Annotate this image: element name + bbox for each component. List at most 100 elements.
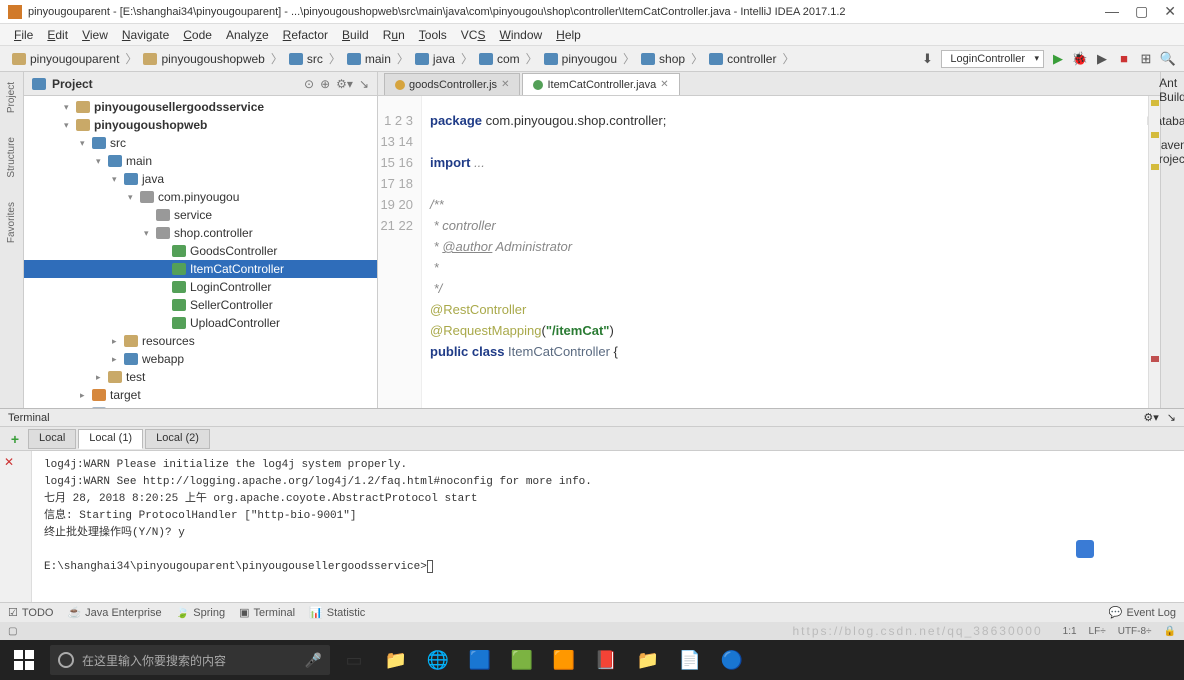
menu-file[interactable]: File (8, 26, 39, 44)
pdf-icon[interactable]: 📄 (672, 644, 708, 676)
structure-icon[interactable]: ⊞ (1138, 51, 1154, 67)
start-button[interactable] (4, 644, 44, 676)
tree-node[interactable]: ▾pinyougousellergoodsservice (24, 98, 377, 116)
app-icon-4[interactable]: 🔵 (714, 644, 750, 676)
caret-position[interactable]: 1:1 (1063, 626, 1077, 637)
minimize-icon[interactable]: — (1105, 3, 1119, 20)
crumb-4[interactable]: java (411, 52, 459, 66)
tool-java-enterprise[interactable]: ☕ Java Enterprise (67, 606, 161, 619)
add-terminal-button[interactable]: + (6, 431, 24, 447)
tree-node[interactable]: ▸target (24, 386, 377, 404)
menu-view[interactable]: View (76, 26, 114, 44)
crumb-3[interactable]: main (343, 52, 395, 66)
marker-warn[interactable] (1151, 164, 1159, 170)
editor-tab[interactable]: ItemCatController.java✕ (522, 73, 679, 95)
coverage-icon[interactable]: ▶ (1094, 51, 1110, 67)
crumb-5[interactable]: com (475, 52, 524, 66)
gear-icon[interactable]: ⚙▾ (336, 77, 353, 91)
mic-icon[interactable]: 🎤 (305, 652, 322, 669)
tree-node[interactable]: UploadController (24, 314, 377, 332)
status-square-icon[interactable]: ▢ (8, 626, 17, 637)
taskbar-search[interactable]: 在这里输入你要搜索的内容 🎤 (50, 645, 330, 675)
editor-tab[interactable]: goodsController.js✕ (384, 73, 520, 95)
crumb-7[interactable]: shop (637, 52, 689, 66)
menu-edit[interactable]: Edit (41, 26, 74, 44)
terminal-tab[interactable]: Local (2) (145, 429, 210, 449)
tool-statistic[interactable]: 📊 Statistic (309, 606, 365, 619)
menu-help[interactable]: Help (550, 26, 587, 44)
explorer-icon[interactable]: 📁 (378, 644, 414, 676)
marker-warn[interactable] (1151, 132, 1159, 138)
close-icon[interactable]: ✕ (1164, 3, 1176, 20)
line-ending[interactable]: LF÷ (1089, 626, 1106, 637)
menu-tools[interactable]: Tools (413, 26, 453, 44)
tree-node[interactable]: service (24, 206, 377, 224)
menu-run[interactable]: Run (377, 26, 411, 44)
encoding[interactable]: UTF-8÷ (1118, 626, 1152, 637)
app-icon-2[interactable]: 📕 (588, 644, 624, 676)
run-config-dropdown[interactable]: LoginController (941, 50, 1044, 68)
terminal-output[interactable]: log4j:WARN Please initialize the log4j s… (32, 451, 1184, 602)
tool-todo[interactable]: ☑ TODO (8, 606, 53, 619)
tree-node[interactable]: ▸test (24, 368, 377, 386)
tool-terminal[interactable]: ▣ Terminal (239, 606, 295, 619)
tree-node[interactable]: ▾com.pinyougou (24, 188, 377, 206)
wechat-icon[interactable]: 🟩 (504, 644, 540, 676)
edge-icon[interactable]: 🟦 (462, 644, 498, 676)
rail-favorites[interactable]: Favorites (6, 196, 17, 249)
app-icon-1[interactable]: 🟧 (546, 644, 582, 676)
stop-icon[interactable]: ■ (1116, 51, 1132, 67)
crumb-8[interactable]: controller (705, 52, 780, 66)
hide-icon[interactable]: ↘ (359, 77, 369, 91)
target-icon[interactable]: ⊕ (320, 77, 330, 91)
hide-icon[interactable]: ↘ (1167, 411, 1176, 424)
tool-spring[interactable]: 🍃 Spring (176, 606, 226, 619)
close-terminal-button[interactable]: ✕ (0, 455, 18, 469)
maximize-icon[interactable]: ▢ (1135, 3, 1148, 20)
tree-node[interactable]: ▾main (24, 152, 377, 170)
tree-node[interactable]: ▾shop.controller (24, 224, 377, 242)
terminal-tab[interactable]: Local (1) (78, 429, 143, 449)
menu-build[interactable]: Build (336, 26, 375, 44)
tree-node[interactable]: ▾pinyougoushopweb (24, 116, 377, 134)
debug-icon[interactable]: 🐞 (1072, 51, 1088, 67)
run-icon[interactable]: ▶ (1050, 51, 1066, 67)
tree-node[interactable]: LoginController (24, 278, 377, 296)
taskview-icon[interactable]: ▭ (336, 644, 372, 676)
build-icon[interactable]: ⬇ (919, 51, 935, 67)
collapse-icon[interactable]: ⊙ (304, 77, 314, 91)
menu-refactor[interactable]: Refactor (277, 26, 334, 44)
menu-code[interactable]: Code (177, 26, 218, 44)
tree-node[interactable]: ▾java (24, 170, 377, 188)
tree-node[interactable]: GoodsController (24, 242, 377, 260)
menu-navigate[interactable]: Navigate (116, 26, 175, 44)
lock-icon[interactable]: 🔒 (1164, 626, 1176, 637)
crumb-0[interactable]: pinyougouparent (8, 52, 123, 66)
marker-error[interactable] (1151, 356, 1159, 362)
rail-structure[interactable]: Structure (6, 131, 17, 184)
crumb-2[interactable]: src (285, 52, 327, 66)
editor-body[interactable]: 1 2 3 13 14 15 16 17 18 19 20 21 22 pack… (378, 96, 1160, 408)
marker-warn[interactable] (1151, 100, 1159, 106)
event-log-button[interactable]: 💬 Event Log (1109, 606, 1176, 619)
tree-node[interactable]: SellerController (24, 296, 377, 314)
tree-node[interactable]: ItemCatController (24, 260, 377, 278)
app-icon-3[interactable]: 📁 (630, 644, 666, 676)
tree-node[interactable]: ▸webapp (24, 350, 377, 368)
search-icon[interactable]: 🔍 (1160, 51, 1176, 67)
gear-icon[interactable]: ⚙▾ (1143, 411, 1158, 424)
menu-analyze[interactable]: Analyze (220, 26, 275, 44)
code-area[interactable]: package com.pinyougou.shop.controller; i… (422, 96, 1148, 408)
terminal-tab[interactable]: Local (28, 429, 76, 449)
project-tree[interactable]: ▾pinyougousellergoodsservice▾pinyougoush… (24, 96, 377, 408)
crumb-6[interactable]: pinyougou (540, 52, 621, 66)
tree-node[interactable]: ▾src (24, 134, 377, 152)
rail-project[interactable]: Project (6, 76, 17, 119)
marker-strip[interactable] (1148, 96, 1160, 408)
rail-ant[interactable]: Ant Build (1159, 76, 1184, 104)
menu-window[interactable]: Window (493, 26, 548, 44)
tree-node[interactable]: ▸resources (24, 332, 377, 350)
crumb-1[interactable]: pinyougoushopweb (139, 52, 268, 66)
menu-vcs[interactable]: VCS (455, 26, 492, 44)
chrome-icon[interactable]: 🌐 (420, 644, 456, 676)
